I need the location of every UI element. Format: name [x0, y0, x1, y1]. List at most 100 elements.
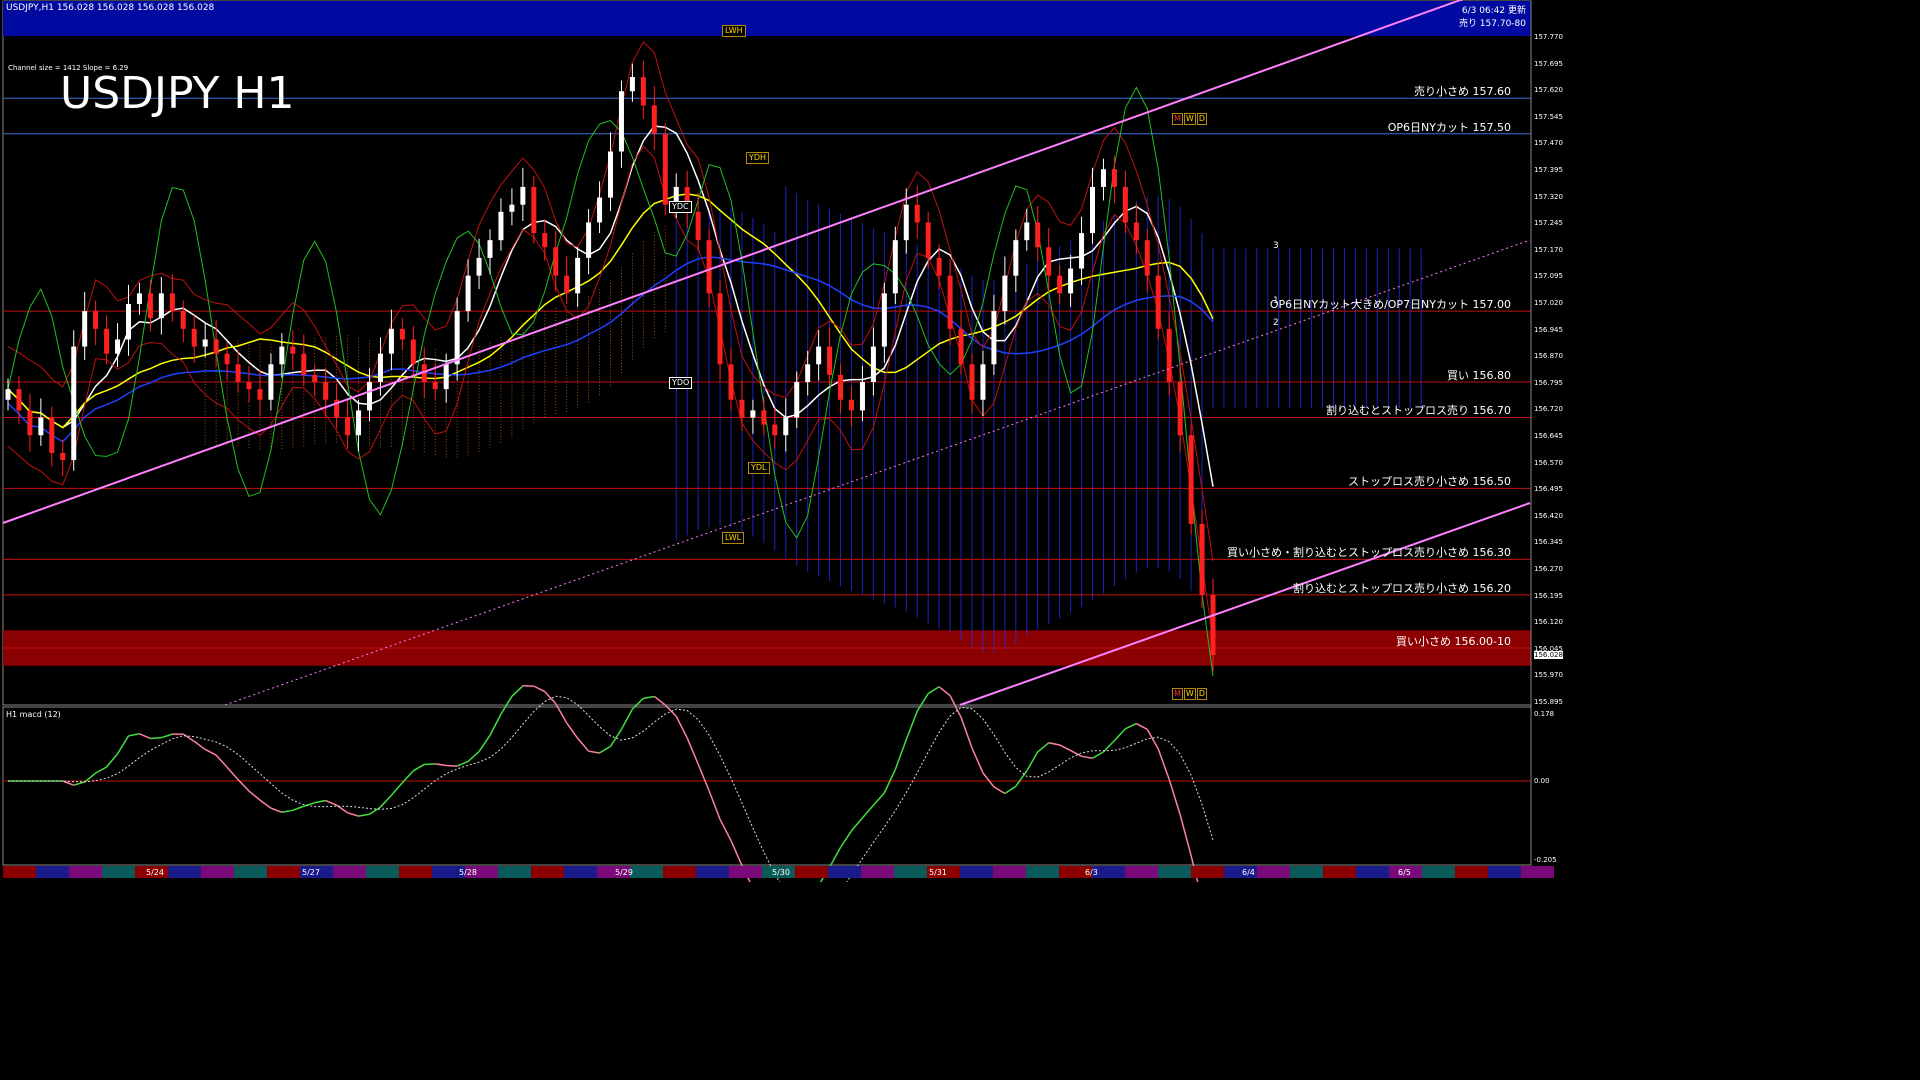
- date-strip-cell: [102, 866, 135, 878]
- price-tick: 156.720: [1534, 405, 1563, 414]
- candle: [71, 330, 77, 471]
- macd-segment: [150, 736, 162, 740]
- date-strip-cell: [168, 866, 201, 878]
- price-tick: 156.870: [1534, 352, 1563, 361]
- date-strip-cell: [1125, 866, 1158, 878]
- date-strip-cell: [531, 866, 564, 878]
- date-strip-cell: [861, 866, 894, 878]
- price-tick: 156.570: [1534, 458, 1563, 467]
- date-strip-cell: [993, 866, 1026, 878]
- level-label: ストップロス売り小さめ 156.50: [1348, 475, 1511, 489]
- price-tick: 156.420: [1534, 511, 1563, 520]
- price-tick: 157.095: [1534, 272, 1563, 281]
- date-strip-cell: [36, 866, 69, 878]
- date-strip-cell: [1158, 866, 1191, 878]
- price-tick: 157.320: [1534, 192, 1563, 201]
- channel-number-1: 1: [1273, 296, 1279, 306]
- candle: [1199, 510, 1205, 609]
- price-tick: 155.895: [1534, 698, 1563, 706]
- level-label: 買い小さめ・割り込むとストップロス売り小さめ 156.30: [1227, 546, 1511, 560]
- date-strip-cell: [201, 866, 234, 878]
- symbol-header: USDJPY,H1 156.028 156.028 156.028 156.02…: [6, 3, 215, 13]
- price-tick: 156.795: [1534, 378, 1563, 387]
- ydl-marker: YDL: [748, 462, 770, 474]
- date-strip-cell: [1257, 866, 1290, 878]
- chart-canvas[interactable]: [0, 0, 1568, 882]
- macd-label: H1 macd (12): [6, 710, 61, 719]
- price-tick: 156.270: [1534, 565, 1563, 573]
- price-tick: 157.395: [1534, 166, 1563, 174]
- date-strip-cell: [3, 866, 36, 878]
- top-right-info: 6/3 06:42 更新 売り 157.70-80: [1459, 3, 1526, 29]
- level-label: 売り小さめ 157.60: [1414, 85, 1511, 99]
- date-strip-cell: [1488, 866, 1521, 878]
- date-label: 5/31: [929, 868, 947, 877]
- date-strip-cell: [267, 866, 300, 878]
- macd-axis-bottom: -0.205: [1534, 856, 1557, 864]
- current-price-tag: 156.028: [1534, 650, 1563, 659]
- macd-axis-zero: 0.00: [1534, 777, 1550, 785]
- ydo-marker: YDO: [669, 377, 693, 389]
- date-strip-cell: [1422, 866, 1455, 878]
- candle: [662, 123, 668, 216]
- price-tick: 155.970: [1534, 671, 1563, 680]
- macd-panel: [2, 706, 1532, 866]
- date-strip-cell: [1521, 866, 1554, 878]
- date-strip-cell: [399, 866, 432, 878]
- date-strip-cell: [333, 866, 366, 878]
- date-strip-cell: [1356, 866, 1389, 878]
- date-strip-cell: [564, 866, 597, 878]
- date-strip-cell: [894, 866, 927, 878]
- level-label: 買い小さめ 156.00-10: [1396, 635, 1511, 649]
- macd-segment: [424, 763, 436, 766]
- date-strip-cell: [234, 866, 267, 878]
- date-strip-cell: [630, 866, 663, 878]
- price-tick: 156.120: [1534, 618, 1563, 627]
- date-strip-cell: [795, 866, 828, 878]
- date-label: 6/5: [1398, 868, 1411, 877]
- date-strip-cell: [696, 866, 729, 878]
- chart-title: USDJPY H1: [60, 68, 295, 119]
- ydh-marker: YDH: [746, 152, 770, 164]
- lwh-marker: LWH: [722, 25, 746, 37]
- price-tick: 156.945: [1534, 325, 1563, 334]
- date-label: 5/30: [772, 868, 790, 877]
- date-strip-cell: [69, 866, 102, 878]
- mwd-top: MWD: [1172, 113, 1207, 125]
- price-tick: 157.245: [1534, 219, 1563, 228]
- price-tick: 156.195: [1534, 591, 1563, 600]
- price-tick: 157.470: [1534, 139, 1563, 148]
- channel-number-3: 3: [1273, 241, 1279, 251]
- date-strip-cell: [1455, 866, 1488, 878]
- date-strip-cell: [1290, 866, 1323, 878]
- top-level-label: 売り 157.70-80: [1458, 19, 1526, 29]
- price-tick: 156.345: [1534, 538, 1563, 547]
- level-label: OP6日NYカット大きめ/OP7日NYカット 157.00: [1269, 298, 1511, 312]
- date-label: 5/24: [146, 868, 164, 877]
- channel-number-2: 2: [1273, 318, 1279, 328]
- level-label: 割り込むとストップロス売り 156.70: [1326, 404, 1511, 418]
- level-label: 割り込むとストップロス売り小さめ 156.20: [1293, 581, 1511, 595]
- ydc-marker: YDC: [669, 201, 692, 213]
- date-strip-cell: [960, 866, 993, 878]
- date-strip-cell: [828, 866, 861, 878]
- price-tick: 157.770: [1534, 33, 1563, 41]
- price-tick: 157.545: [1534, 112, 1563, 121]
- macd-axis-top: 0.178: [1534, 710, 1555, 718]
- price-tick: 157.695: [1534, 59, 1563, 68]
- date-strip-cell: [1191, 866, 1224, 878]
- level-label: 買い 156.80: [1447, 369, 1511, 383]
- price-tick: 157.620: [1534, 86, 1563, 95]
- macd-segment: [446, 764, 458, 767]
- date-strip-cell: [498, 866, 531, 878]
- price-tick: 157.020: [1534, 299, 1563, 307]
- date-label: 5/29: [615, 868, 633, 877]
- price-tick: 156.495: [1534, 485, 1563, 494]
- mwd-bottom: MWD: [1172, 688, 1207, 700]
- date-strip-cell: [729, 866, 762, 878]
- lwl-marker: LWL: [722, 532, 745, 544]
- candle: [1188, 424, 1194, 535]
- date-strip-cell: [366, 866, 399, 878]
- price-tick: 157.170: [1534, 245, 1563, 254]
- level-label: OP6日NYカット 157.50: [1387, 120, 1511, 134]
